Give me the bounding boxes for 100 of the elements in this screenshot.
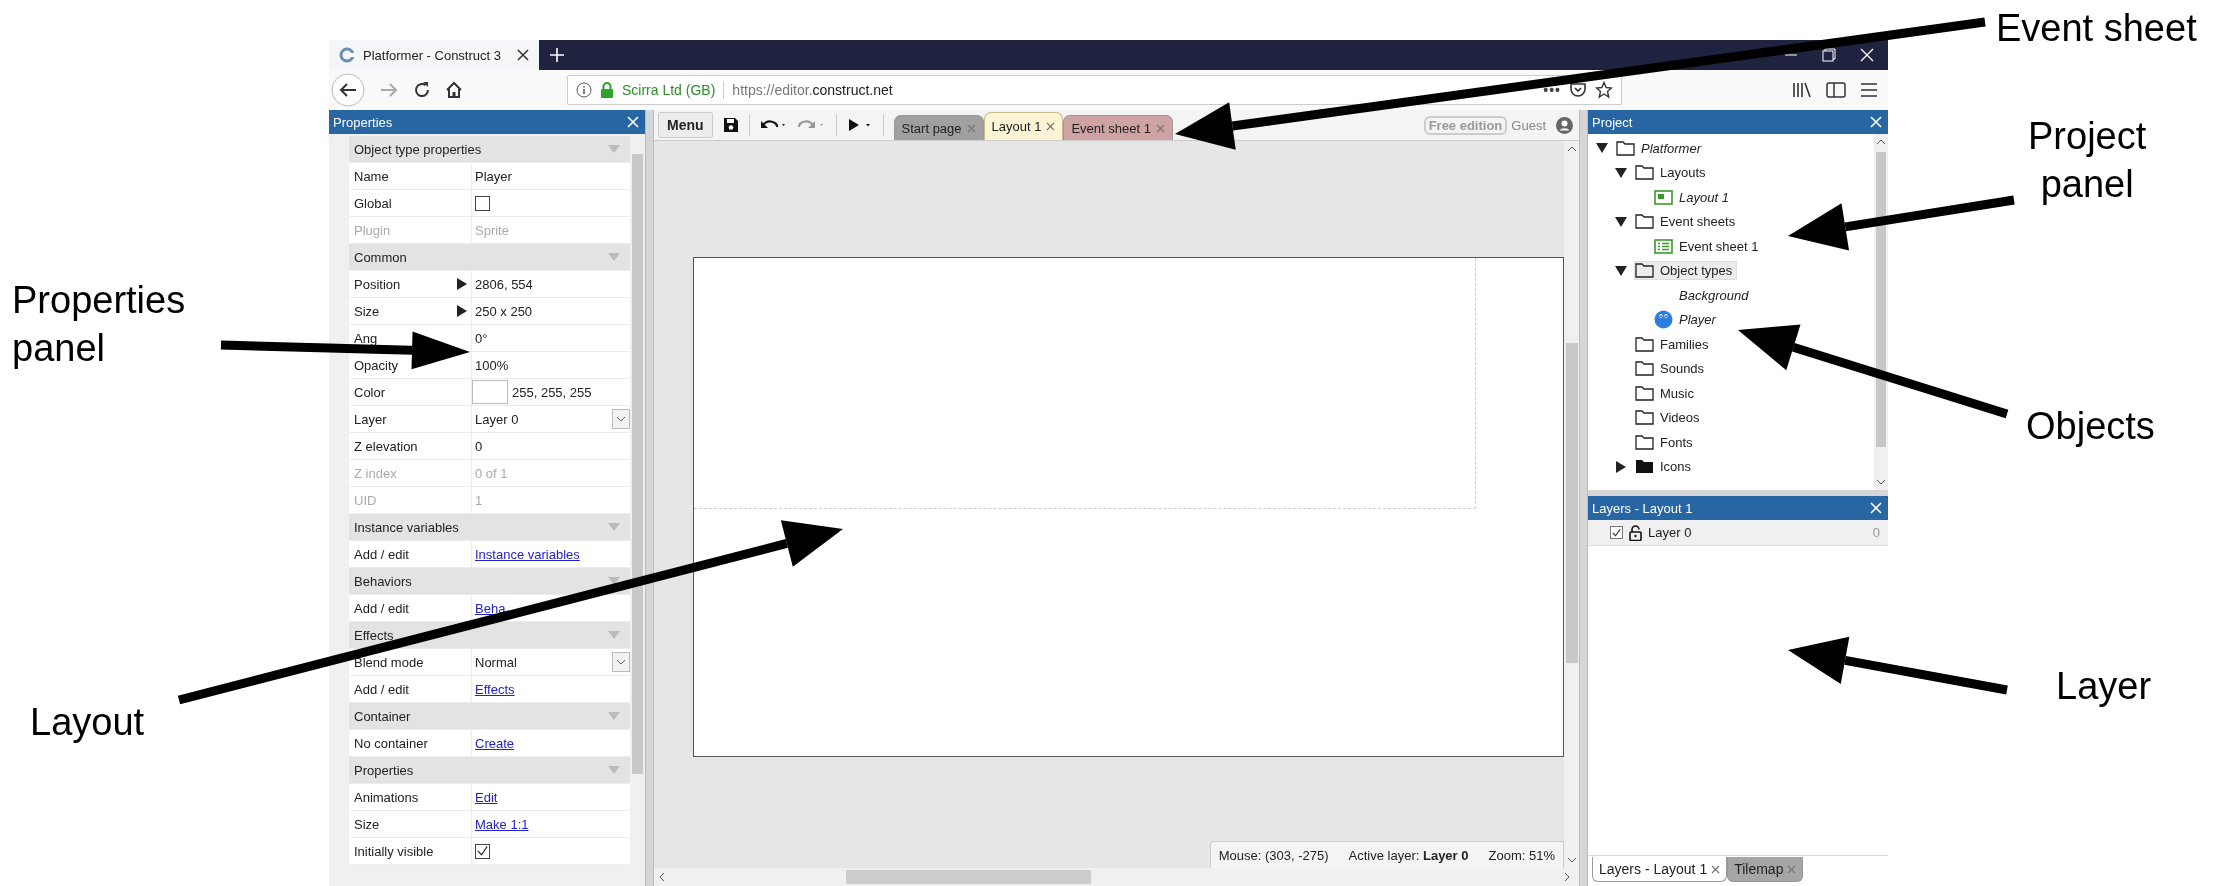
folder-icon: [1635, 214, 1654, 230]
scroll-right-icon[interactable]: [1563, 872, 1571, 882]
property-value: 0: [475, 438, 483, 454]
new-tab-icon[interactable]: [549, 47, 565, 63]
color-swatch[interactable]: [472, 380, 508, 404]
project-item[interactable]: Object types: [1634, 261, 1738, 281]
property-label: Z index: [353, 465, 398, 481]
scroll-up-icon[interactable]: [1876, 138, 1886, 146]
expand-toggle-icon[interactable]: [1615, 166, 1627, 179]
collapse-triangle-icon[interactable]: [608, 577, 620, 585]
user-avatar-icon[interactable]: [1556, 116, 1573, 134]
callout-label: Layout: [30, 700, 145, 745]
folder-icon: [1635, 385, 1654, 401]
folder-icon: [1616, 140, 1635, 156]
property-label: Blend mode: [353, 654, 425, 670]
property-link[interactable]: Instance variables: [475, 546, 580, 562]
expand-toggle-icon[interactable]: [1596, 142, 1608, 155]
property-link[interactable]: Effects: [475, 681, 515, 697]
project-item[interactable]: Player: [1653, 308, 1721, 332]
page-actions-menu[interactable]: •••: [1543, 82, 1561, 98]
project-item[interactable]: Videos: [1634, 408, 1705, 428]
visibility-checkbox[interactable]: [1610, 526, 1623, 539]
reload-icon[interactable]: [413, 81, 431, 99]
property-label: UID: [353, 492, 378, 508]
project-item[interactable]: Icons: [1634, 457, 1697, 477]
scroll-down-icon[interactable]: [1876, 478, 1886, 486]
checkbox[interactable]: [475, 195, 490, 211]
section-title[interactable]: Properties: [354, 762, 414, 778]
property-label: Z elevation: [353, 438, 419, 454]
project-item[interactable]: Sounds: [1634, 359, 1710, 379]
project-item[interactable]: Layout 1: [1653, 187, 1734, 207]
expand-icon[interactable]: [457, 305, 467, 317]
restore-icon[interactable]: [1822, 48, 1836, 62]
property-link[interactable]: Beha: [475, 600, 506, 616]
property-link[interactable]: Make 1:1: [475, 816, 529, 832]
property-value: 255, 255, 255: [512, 384, 592, 400]
save-icon[interactable]: [722, 117, 739, 133]
mouse-position: Mouse: (303, -275): [1218, 847, 1329, 863]
panel-tab[interactable]: Tilemap: [1727, 857, 1804, 882]
folder-icon: [1635, 434, 1654, 450]
section-title[interactable]: Common: [354, 249, 407, 265]
section-title[interactable]: Effects: [354, 627, 394, 643]
address-bar[interactable]: Scirra Ltd (GB) https://editor.construct.net •••: [567, 75, 1622, 105]
star-icon[interactable]: [1595, 81, 1613, 99]
project-item[interactable]: Background: [1653, 285, 1754, 305]
property-label: Position: [353, 276, 402, 292]
expand-toggle-icon[interactable]: [1615, 215, 1627, 228]
zoom-level: Zoom: 51%: [1488, 847, 1555, 863]
editor-tab[interactable]: Layout 1: [983, 112, 1064, 140]
close-icon[interactable]: [517, 49, 529, 61]
browser-tab[interactable]: Platformer - Construct 3: [329, 40, 539, 70]
section-title[interactable]: Container: [354, 708, 411, 724]
library-icon[interactable]: [1792, 81, 1812, 99]
app-logo-icon: [339, 47, 355, 63]
dropdown[interactable]: Normal: [475, 652, 630, 672]
editor-tab[interactable]: Event sheet 1: [1063, 115, 1173, 140]
property-label: Size: [353, 303, 381, 319]
panel-tab[interactable]: Layers - Layout 1: [1592, 857, 1728, 882]
project-item[interactable]: Families: [1634, 334, 1714, 354]
dropdown[interactable]: Layer 0: [475, 409, 630, 429]
editor-tab[interactable]: Start page: [893, 115, 984, 140]
scroll-down-icon[interactable]: [1566, 856, 1577, 864]
scroll-left-icon[interactable]: [658, 872, 666, 882]
lock-icon[interactable]: [1629, 524, 1642, 541]
panel-title: Project: [1592, 114, 1633, 130]
project-item[interactable]: Fonts: [1634, 432, 1698, 452]
folder-icon: [1635, 263, 1654, 279]
expand-icon[interactable]: [457, 278, 467, 290]
property-link[interactable]: Create: [475, 735, 515, 751]
layout-canvas[interactable]: Mouse: (303, -275) Active layer: Layer 0 Zoom: 51%: [654, 141, 1564, 868]
sidebar-icon[interactable]: [1826, 81, 1846, 99]
play-icon[interactable]: [846, 117, 873, 133]
property-label: Ang: [353, 330, 379, 346]
menu-button[interactable]: Menu: [658, 112, 713, 138]
info-icon[interactable]: [576, 82, 592, 98]
scroll-up-icon[interactable]: [1566, 145, 1577, 153]
section-title[interactable]: Behaviors: [354, 573, 412, 589]
callout-label: Event sheet: [1996, 6, 2197, 51]
folder-icon: [1635, 459, 1654, 475]
sprite-icon: [1654, 310, 1673, 330]
property-label: Initially visible: [353, 843, 435, 859]
home-icon[interactable]: [445, 81, 463, 99]
project-item[interactable]: Layouts: [1634, 163, 1711, 183]
project-item[interactable]: Event sheet 1: [1653, 236, 1764, 256]
layer-row[interactable]: Layer 0 0: [1588, 520, 1888, 546]
back-icon[interactable]: [331, 73, 365, 107]
project-item[interactable]: Platformer: [1615, 138, 1706, 158]
expand-toggle-icon[interactable]: [1615, 264, 1627, 277]
active-layer: Active layer: Layer 0: [1348, 847, 1469, 863]
pocket-icon[interactable]: [1569, 81, 1587, 99]
menu-icon[interactable]: [1860, 82, 1878, 98]
project-item[interactable]: Music: [1634, 383, 1699, 403]
callout-label: Objects: [2026, 404, 2155, 449]
folder-icon: [1635, 336, 1654, 352]
project-item[interactable]: Event sheets: [1634, 212, 1741, 232]
property-value: 0 of 1: [475, 465, 508, 481]
property-link[interactable]: Edit: [475, 789, 498, 805]
scrollbar[interactable]: [1874, 134, 1888, 490]
expand-toggle-icon[interactable]: [1615, 460, 1627, 473]
checkbox[interactable]: [475, 843, 490, 859]
